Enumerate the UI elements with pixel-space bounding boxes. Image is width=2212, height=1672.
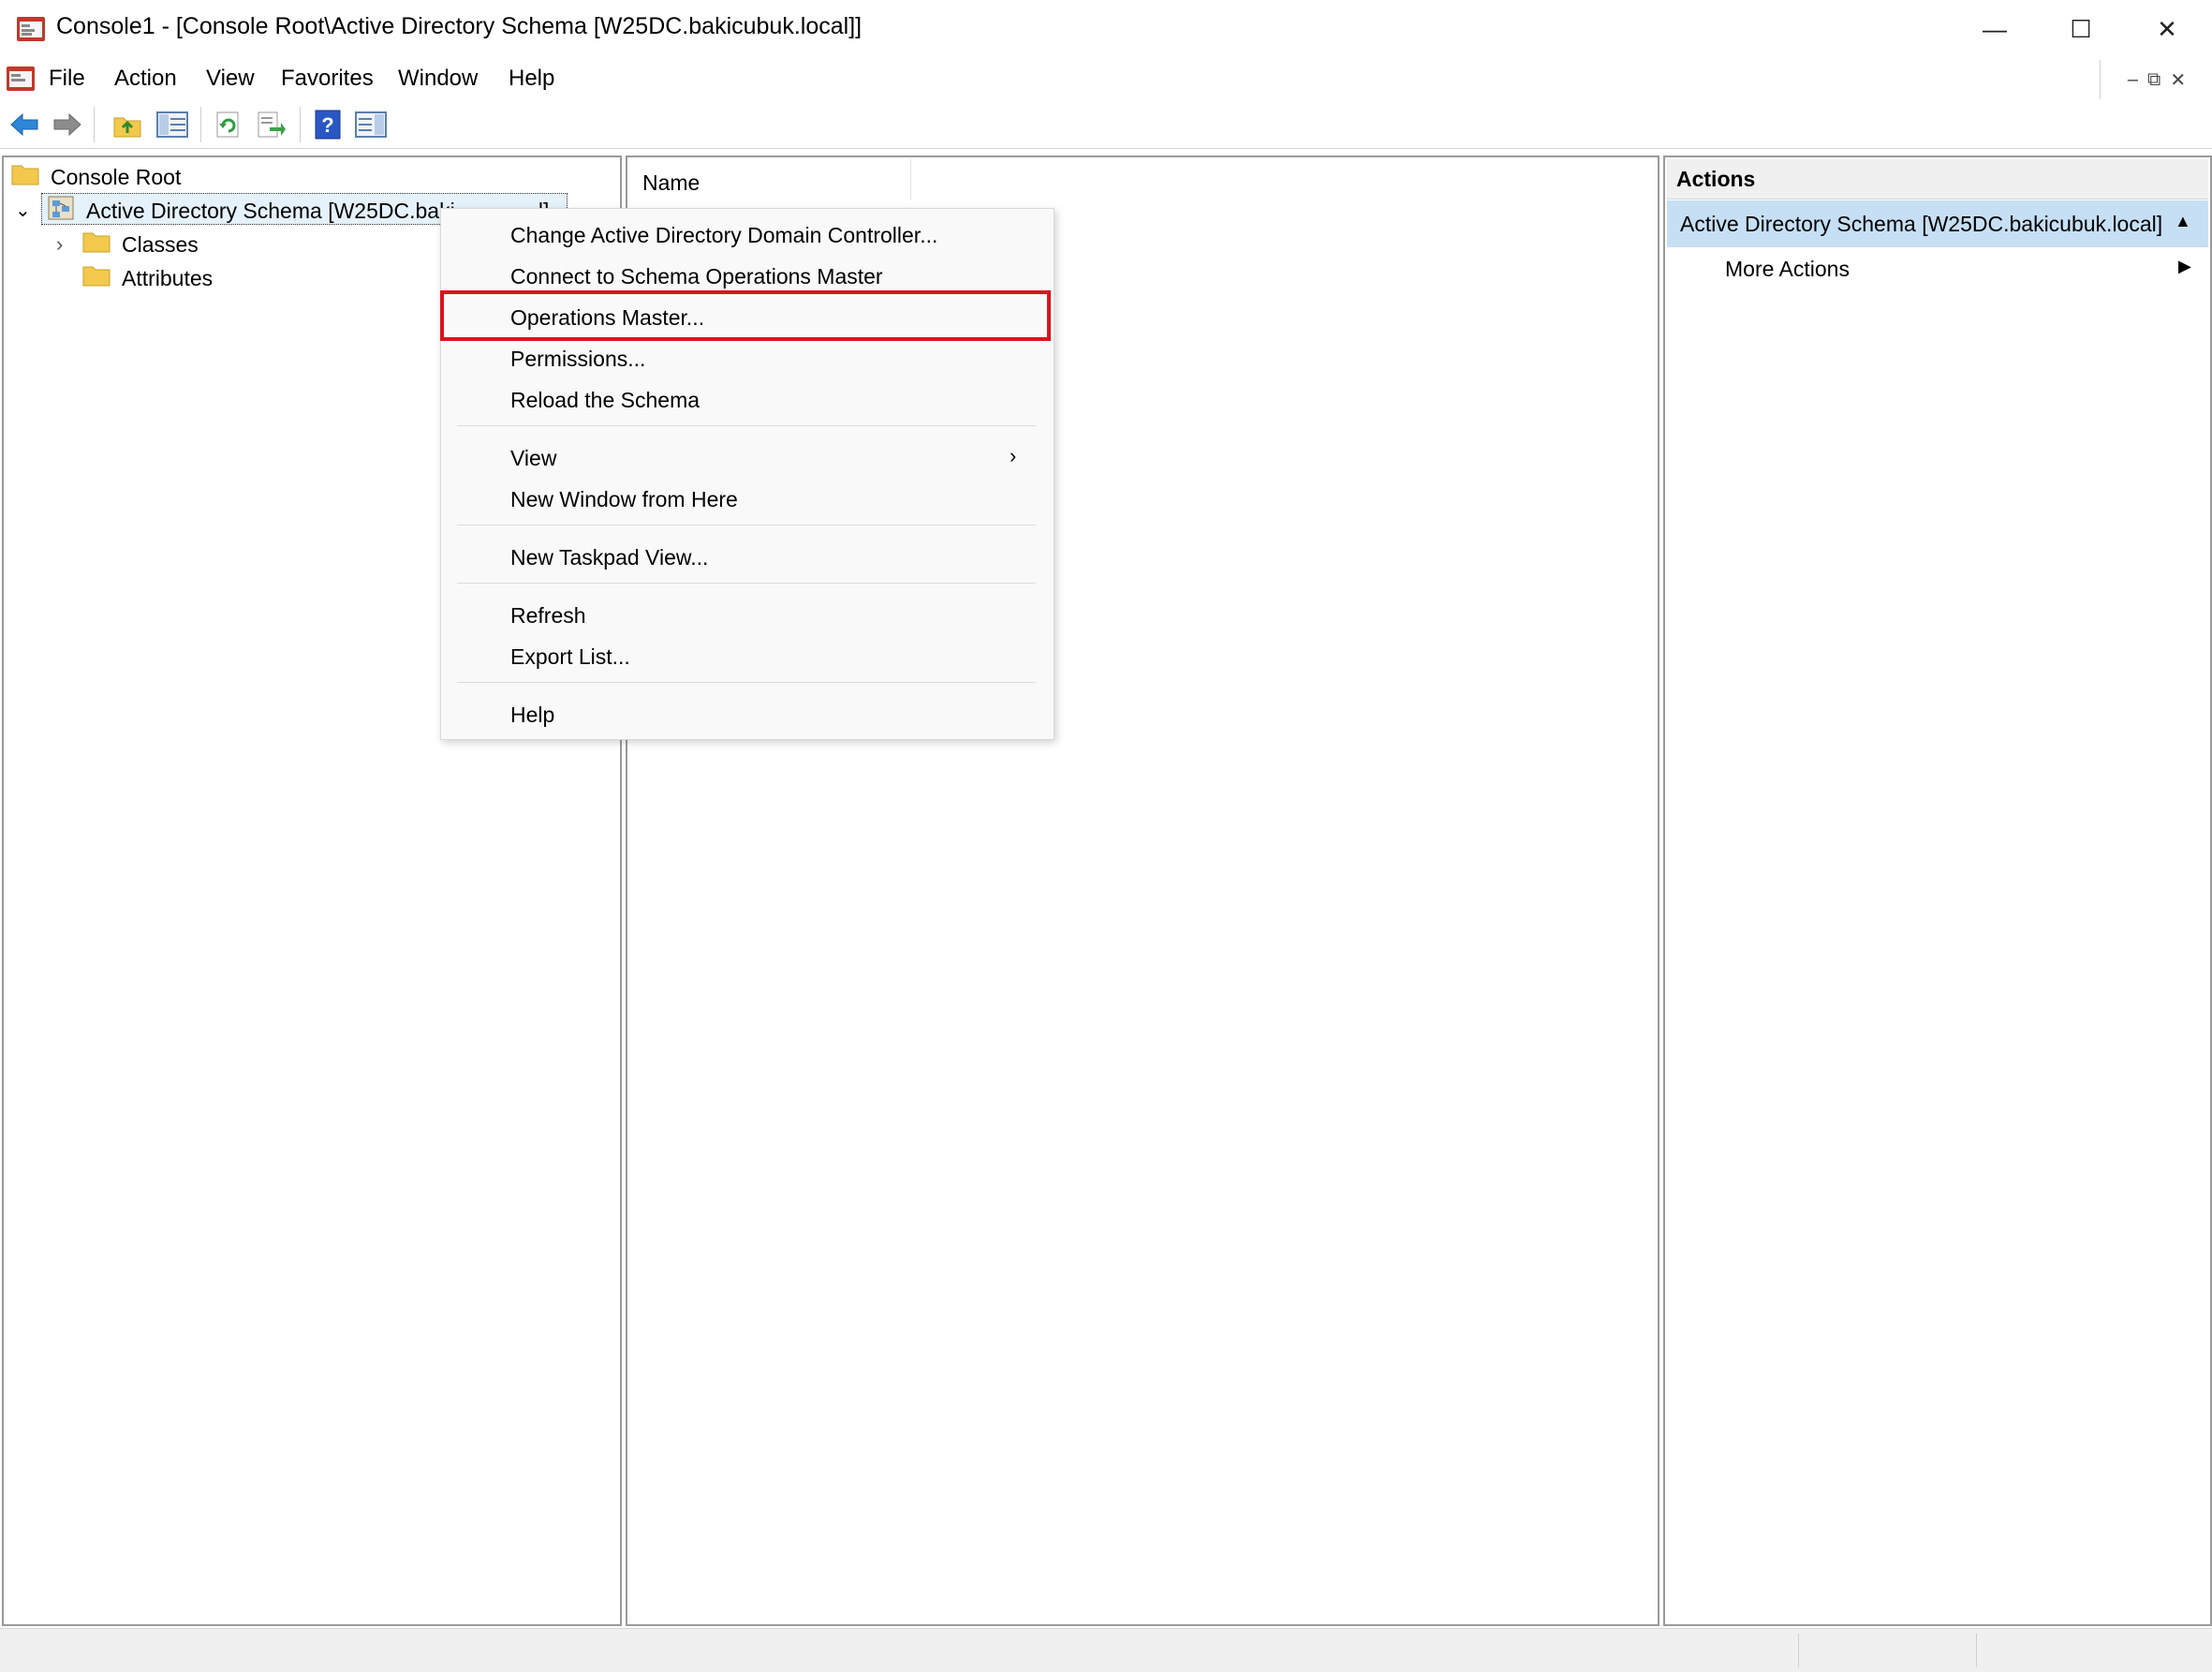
up-folder-icon[interactable] <box>111 108 144 141</box>
menu-item-permissions[interactable]: Permissions... <box>510 347 645 372</box>
refresh-icon[interactable] <box>212 108 245 141</box>
maximize-icon[interactable]: ☐ <box>2038 0 2124 58</box>
menu-separator <box>457 425 1036 426</box>
console-menu-icon[interactable] <box>4 62 37 96</box>
mdi-restore-icon[interactable]: ⧉ <box>2147 69 2160 91</box>
submenu-arrow-icon: ▶ <box>2178 257 2191 275</box>
folder-icon <box>82 230 111 253</box>
tree-item-attributes[interactable]: Attributes <box>122 266 213 291</box>
menu-item-reload-schema[interactable]: Reload the Schema <box>510 388 700 413</box>
menu-item-new-taskpad[interactable]: New Taskpad View... <box>510 545 708 570</box>
collapse-up-icon[interactable]: ▲ <box>2175 212 2191 231</box>
menu-window[interactable]: Window <box>398 66 478 92</box>
mdi-close-icon[interactable]: ✕ <box>2170 68 2186 92</box>
tree-item-console-root[interactable]: Console Root <box>51 165 181 190</box>
highlight-box <box>440 290 1051 341</box>
chevron-right-icon[interactable]: › <box>56 232 63 257</box>
toolbar-separator <box>300 107 301 142</box>
minimize-icon[interactable]: — <box>1952 0 2038 58</box>
svg-text:?: ? <box>321 113 333 137</box>
chevron-down-icon[interactable]: ⌄ <box>15 199 31 222</box>
menu-item-export-list[interactable]: Export List... <box>510 644 630 670</box>
back-icon[interactable] <box>7 108 41 141</box>
tree-item-ad-schema-label: Active Directory Schema [W25DC.baki <box>86 199 455 223</box>
forward-icon[interactable] <box>51 108 84 141</box>
mmc-app-icon[interactable] <box>15 13 47 45</box>
more-actions-link[interactable]: More Actions <box>1725 257 1850 282</box>
menu-item-change-dc[interactable]: Change Active Directory Domain Controlle… <box>510 223 937 248</box>
menu-help[interactable]: Help <box>509 66 554 92</box>
help-icon[interactable]: ? <box>311 108 345 141</box>
status-divider <box>1798 1634 1799 1667</box>
folder-icon <box>11 163 39 185</box>
menu-item-help[interactable]: Help <box>510 703 554 728</box>
folder-icon <box>82 264 111 287</box>
column-header-name[interactable]: Name <box>642 170 700 196</box>
status-divider <box>1976 1634 1977 1667</box>
export-list-icon[interactable] <box>255 108 288 141</box>
mdi-controls: – ⧉ ✕ <box>2100 60 2212 99</box>
toolbar-separator <box>94 107 95 142</box>
toolbar-separator <box>200 107 201 142</box>
menu-item-view[interactable]: View <box>510 446 556 471</box>
actions-selected-label: Active Directory Schema [W25DC.bakicubuk… <box>1680 212 2163 236</box>
window-title: Console1 - [Console Root\Active Director… <box>56 13 863 39</box>
close-icon[interactable]: ✕ <box>2124 0 2210 58</box>
show-hide-tree-icon[interactable] <box>155 108 189 141</box>
menu-file[interactable]: File <box>49 66 85 92</box>
mdi-minimize-icon[interactable]: – <box>2128 69 2138 91</box>
chevron-right-icon: › <box>1010 444 1017 467</box>
menu-item-new-window[interactable]: New Window from Here <box>510 487 738 512</box>
menu-favorites[interactable]: Favorites <box>281 66 374 92</box>
schema-icon <box>47 195 77 223</box>
actions-pane <box>1663 155 2212 1626</box>
tree-item-classes[interactable]: Classes <box>122 232 199 258</box>
menu-item-connect-schema-master[interactable]: Connect to Schema Operations Master <box>510 264 883 289</box>
menu-item-refresh[interactable]: Refresh <box>510 603 586 629</box>
column-divider[interactable] <box>910 159 911 200</box>
menu-view[interactable]: View <box>206 66 255 92</box>
actions-title: Actions <box>1676 167 1756 191</box>
status-bar <box>0 1628 2212 1672</box>
menu-separator <box>457 682 1036 683</box>
show-hide-action-pane-icon[interactable] <box>354 108 388 141</box>
menu-separator <box>457 583 1036 584</box>
menu-action[interactable]: Action <box>114 66 177 92</box>
